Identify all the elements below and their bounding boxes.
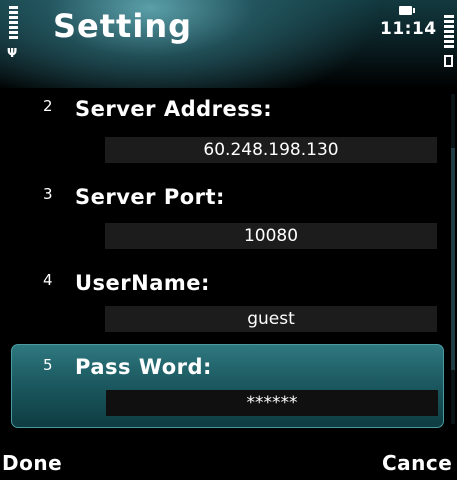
title-bar: Ψ Setting 11:14 (0, 0, 457, 88)
item-label: UserName: (75, 271, 210, 295)
username-field[interactable]: guest (105, 306, 437, 332)
settings-item-password[interactable]: 5 Pass Word: ****** (11, 344, 444, 428)
item-number: 3 (43, 185, 53, 203)
cancel-softkey[interactable]: Cance (382, 451, 452, 475)
page-title: Setting (53, 7, 192, 45)
item-label: Server Address: (75, 97, 273, 121)
item-label: Server Port: (75, 185, 225, 209)
server-address-field[interactable]: 60.248.198.130 (105, 137, 437, 163)
battery-level-icon (444, 15, 454, 50)
item-label: Pass Word: (75, 355, 212, 379)
battery-small-icon (399, 6, 415, 15)
antenna-icon: Ψ (7, 46, 18, 60)
battery-icon (444, 55, 453, 67)
scrollbar-thumb[interactable] (451, 148, 455, 370)
clock: 11:14 (380, 19, 437, 39)
done-softkey[interactable]: Done (2, 451, 62, 475)
item-number: 5 (43, 356, 53, 374)
item-number: 4 (43, 271, 53, 289)
signal-strength-icon (9, 6, 18, 41)
password-field[interactable]: ****** (106, 390, 438, 416)
item-number: 2 (43, 97, 53, 115)
server-port-field[interactable]: 10080 (105, 223, 437, 249)
